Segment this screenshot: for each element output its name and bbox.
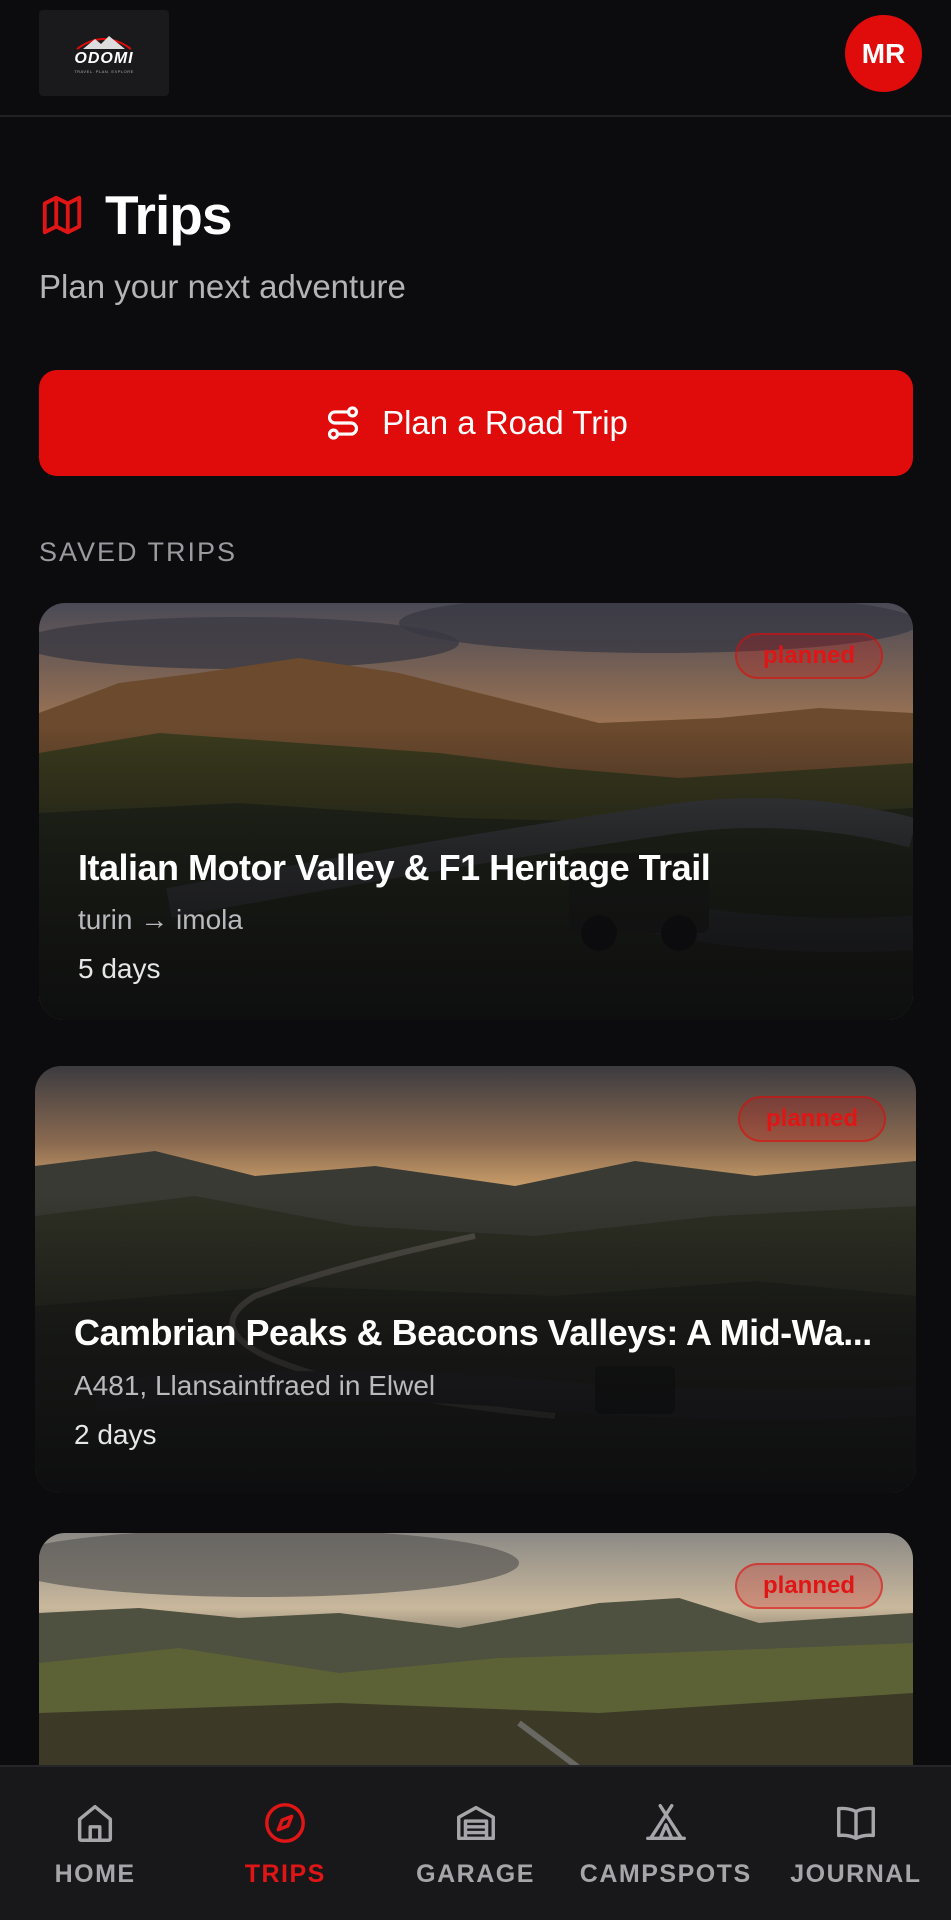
trip-card[interactable]: planned Italian Motor Valley & F1 Herita… — [39, 603, 913, 1020]
map-icon — [42, 195, 82, 235]
trip-route: turin → imola — [78, 904, 243, 935]
saved-trips-heading: SAVED TRIPS — [39, 537, 238, 567]
status-badge: planned — [737, 1096, 886, 1142]
logo-tagline: TRAVEL. PLAN. EXPLORE — [74, 68, 134, 74]
plan-road-trip-label: Plan a Road Trip — [382, 404, 628, 441]
trip-title: Italian Motor Valley & F1 Heritage Trail — [78, 847, 711, 888]
logo-mountain-icon — [76, 35, 132, 50]
nav-item-home[interactable]: HOME — [0, 1767, 190, 1920]
nav-label-journal: JOURNAL — [790, 1860, 922, 1888]
bottom-navigation: HOME TRIPS GARAGE CAMPSPOTS JOURNAL — [0, 1765, 951, 1920]
trip-duration: 5 days — [78, 953, 161, 984]
nav-label-campspots: CAMPSPOTS — [579, 1860, 752, 1888]
page-title: Trips — [105, 184, 232, 246]
garage-icon — [456, 1805, 495, 1841]
nav-item-campspots[interactable]: CAMPSPOTS — [571, 1767, 761, 1920]
top-bar: ODOMI TRAVEL. PLAN. EXPLORE MR — [0, 0, 951, 117]
route-icon — [328, 406, 359, 440]
status-badge: planned — [734, 633, 883, 679]
nav-item-journal[interactable]: JOURNAL — [761, 1767, 951, 1920]
tent-icon — [645, 1804, 686, 1841]
trip-card[interactable]: planned Cambrian Peaks & Beacons Valleys… — [35, 1066, 916, 1493]
nav-label-trips: TRIPS — [244, 1860, 326, 1888]
home-icon — [78, 1804, 113, 1842]
nav-item-trips[interactable]: TRIPS — [190, 1767, 380, 1920]
plan-road-trip-button[interactable]: Plan a Road Trip — [39, 370, 913, 476]
trip-title: Cambrian Peaks & Beacons Valleys: A Mid-… — [74, 1312, 872, 1353]
page-header: Trips — [39, 180, 232, 250]
trip-route: A481, Llansaintfraed in Elwel — [74, 1370, 436, 1401]
app-logo[interactable]: ODOMI TRAVEL. PLAN. EXPLORE — [39, 10, 169, 96]
nav-label-garage: GARAGE — [416, 1860, 535, 1888]
book-icon — [836, 1806, 875, 1841]
trip-duration: 2 days — [74, 1419, 157, 1450]
logo-wordmark: ODOMI — [74, 49, 134, 67]
compass-icon — [265, 1803, 306, 1843]
page-subtitle: Plan your next adventure — [39, 268, 406, 305]
status-badge: planned — [734, 1563, 883, 1609]
user-avatar[interactable]: MR — [845, 15, 922, 92]
nav-item-garage[interactable]: GARAGE — [380, 1767, 570, 1920]
nav-label-home: HOME — [54, 1860, 136, 1888]
